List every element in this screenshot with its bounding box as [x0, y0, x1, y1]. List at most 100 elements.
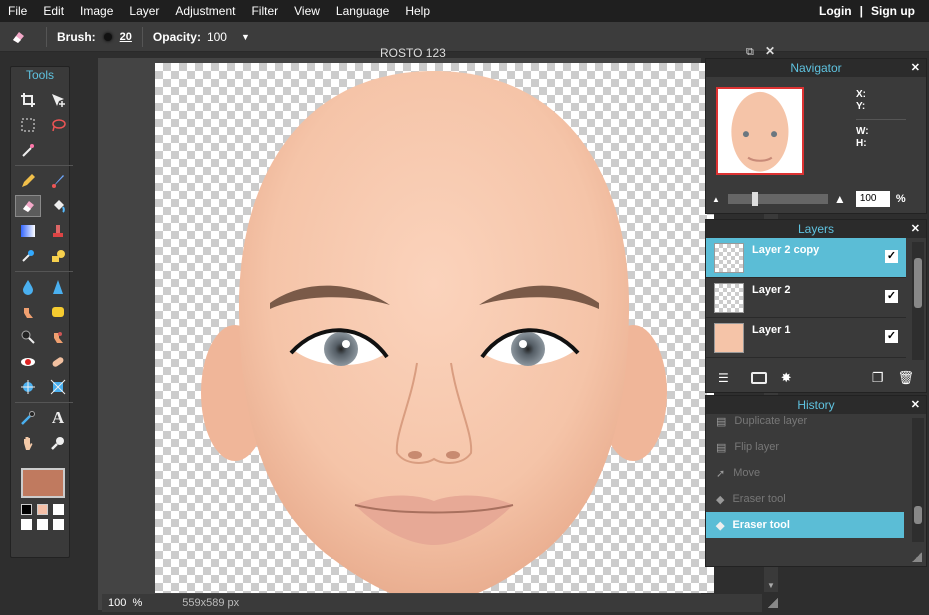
red-eye-tool-icon[interactable] [15, 351, 41, 373]
zoom-out-mountain-icon[interactable]: ▲ [712, 195, 720, 204]
image-canvas[interactable] [155, 63, 714, 593]
image-size: 559x589 px [182, 597, 240, 609]
paint-bucket-tool-icon[interactable] [45, 195, 71, 217]
delete-layer-icon[interactable]: 🗑 [897, 370, 914, 386]
drawing-tool-icon[interactable] [45, 245, 71, 267]
status-bar: 100 % 559x589 px [102, 594, 762, 612]
color-picker-tool-icon[interactable] [15, 407, 41, 429]
layers-toolbar: ☰ ✸ ❐ 🗑 [706, 364, 926, 392]
crop-tool-icon[interactable] [15, 89, 41, 111]
smudge-tool-icon[interactable] [15, 301, 41, 323]
blur-tool-icon[interactable] [15, 276, 41, 298]
hand-tool-icon[interactable] [15, 432, 41, 454]
close-icon[interactable]: ✕ [911, 220, 920, 238]
close-document-icon[interactable]: ✕ [765, 44, 775, 58]
layer-row[interactable]: Layer 1 ✓ [706, 318, 906, 358]
navigator-zoom-input[interactable]: 100 [855, 191, 890, 207]
signup-link[interactable]: Sign up [867, 4, 919, 18]
menu-file[interactable]: File [0, 0, 35, 22]
close-icon[interactable]: ✕ [911, 396, 920, 414]
menu-filter[interactable]: Filter [243, 0, 286, 22]
sharpen-tool-icon[interactable] [45, 276, 71, 298]
gradient-tool-icon[interactable] [15, 220, 41, 242]
sponge-tool-icon[interactable] [45, 301, 71, 323]
brush-picker[interactable]: 20 [103, 31, 132, 43]
bloat-tool-icon[interactable] [15, 376, 41, 398]
brush-tool-icon[interactable] [45, 170, 71, 192]
opacity-value[interactable]: 100 [207, 30, 227, 44]
account-separator: | [859, 4, 863, 18]
scroll-down-icon[interactable]: ▼ [767, 581, 775, 590]
navigator-zoom-unit: % [895, 193, 906, 205]
scrollbar-thumb[interactable] [914, 506, 922, 524]
layer-row[interactable]: Layer 2 ✓ [706, 278, 906, 318]
spot-heal-tool-icon[interactable] [45, 351, 71, 373]
w-label: W: [856, 126, 869, 137]
dodge-tool-icon[interactable] [15, 326, 41, 348]
duplicate-layer-icon: ▤ [716, 415, 727, 428]
close-icon[interactable]: ✕ [911, 59, 920, 77]
resize-corner-icon[interactable] [768, 598, 778, 608]
layer-mask-icon[interactable] [750, 372, 767, 384]
layer-visibility-checkbox[interactable]: ✓ [885, 330, 898, 343]
menu-adjustment[interactable]: Adjustment [167, 0, 243, 22]
layer-row[interactable]: Layer 2 copy ✓ [706, 238, 906, 278]
history-item-label: Move [733, 467, 761, 479]
move-icon: ➚ [716, 467, 726, 480]
login-link[interactable]: Login [815, 4, 856, 18]
history-list: ▤ Duplicate layer ▤ Flip layer ➚ Move ◆ Eras… [706, 408, 904, 538]
swatch-skin[interactable] [37, 504, 48, 515]
move-tool-icon[interactable] [45, 89, 71, 111]
y-label: Y: [856, 101, 866, 112]
burn-tool-icon[interactable] [45, 326, 71, 348]
layers-scrollbar[interactable] [912, 242, 924, 360]
zoom-tool-icon[interactable] [45, 432, 71, 454]
menu-layer[interactable]: Layer [121, 0, 167, 22]
history-item[interactable]: ◆ Eraser tool [706, 486, 904, 512]
menu-view[interactable]: View [286, 0, 328, 22]
navigator-preview[interactable] [716, 87, 804, 175]
swatch-white[interactable] [21, 519, 32, 530]
swatch-white[interactable] [37, 519, 48, 530]
pinch-tool-icon[interactable] [45, 376, 71, 398]
swatch-white[interactable] [53, 504, 64, 515]
magic-wand-tool-icon[interactable] [15, 139, 41, 161]
zoom-in-mountain-icon[interactable]: ▲ [834, 192, 846, 206]
options-divider [141, 26, 143, 47]
layer-effects-icon[interactable]: ✸ [781, 370, 792, 386]
zoom-slider[interactable] [727, 192, 828, 206]
pencil-tool-icon[interactable] [15, 170, 41, 192]
layer-visibility-checkbox[interactable]: ✓ [885, 290, 898, 303]
menu-edit[interactable]: Edit [35, 0, 72, 22]
zoom-slider-handle[interactable] [751, 192, 758, 206]
foreground-color-swatch[interactable] [21, 468, 65, 498]
panel-resize-icon[interactable] [912, 552, 922, 562]
type-tool-icon[interactable]: A [45, 407, 71, 429]
layer-settings-icon[interactable]: ☰ [718, 371, 729, 385]
history-scrollbar[interactable] [912, 418, 924, 542]
menu-bar: File Edit Image Layer Adjustment Filter … [0, 0, 929, 22]
history-item-current[interactable]: ◆ Eraser tool [706, 512, 904, 538]
marquee-tool-icon[interactable] [15, 114, 41, 136]
opacity-dropdown-icon[interactable]: ▼ [241, 32, 250, 42]
menu-help[interactable]: Help [397, 0, 438, 22]
swatch-white[interactable] [53, 519, 64, 530]
new-layer-icon[interactable]: ❐ [872, 370, 884, 386]
history-item[interactable]: ▤ Flip layer [706, 434, 904, 460]
zoom-readout[interactable]: 100 % [108, 597, 142, 609]
history-item[interactable]: ➚ Move [706, 460, 904, 486]
scrollbar-thumb[interactable] [914, 258, 922, 308]
clone-stamp-tool-icon[interactable] [45, 220, 71, 242]
layer-visibility-checkbox[interactable]: ✓ [885, 250, 898, 263]
face-image [201, 71, 667, 593]
menu-language[interactable]: Language [328, 0, 397, 22]
account-links: Login | Sign up [815, 4, 929, 18]
menu-image[interactable]: Image [72, 0, 121, 22]
eraser-tool-icon[interactable] [15, 195, 41, 217]
layer-name: Layer 2 copy [752, 244, 820, 256]
swatch-black[interactable] [21, 504, 32, 515]
color-replace-tool-icon[interactable] [15, 245, 41, 267]
lasso-tool-icon[interactable] [45, 114, 71, 136]
zoom-value: 100 [108, 597, 127, 609]
x-label: X: [856, 89, 866, 100]
